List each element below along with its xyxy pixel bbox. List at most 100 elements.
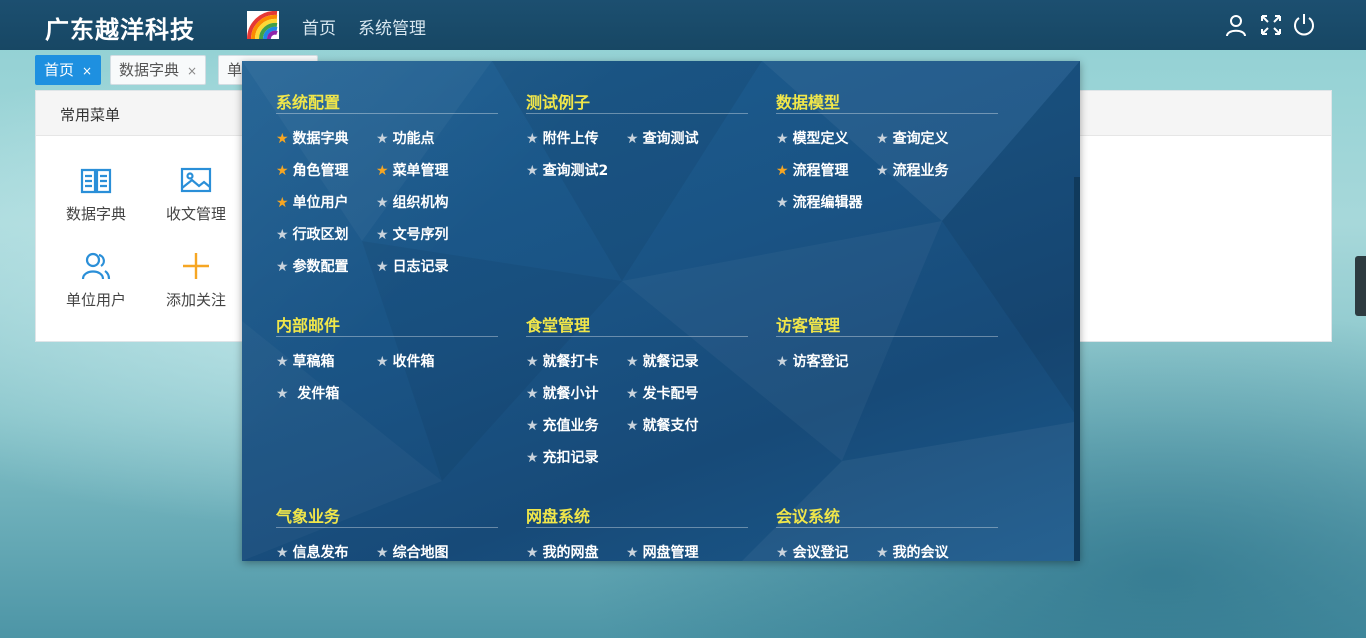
menu-item[interactable]: ★ 就餐小计	[526, 383, 626, 403]
menu-item[interactable]: ★ 充扣记录	[526, 447, 626, 467]
star-icon[interactable]: ★	[276, 163, 289, 179]
menu-item[interactable]: ★ 网盘管理	[626, 542, 726, 561]
fullscreen-icon[interactable]	[1259, 13, 1283, 37]
close-icon[interactable]: ×	[82, 64, 92, 78]
menu-item-label: 查询测试	[642, 131, 699, 147]
rainbow-logo-icon[interactable]	[247, 11, 279, 39]
star-icon[interactable]: ★	[776, 131, 789, 147]
menu-item[interactable]: ★ 查询测试2	[526, 160, 626, 180]
menu-item-label: 就餐记录	[642, 354, 699, 370]
star-icon[interactable]: ★	[526, 163, 539, 179]
star-icon[interactable]: ★	[276, 195, 289, 211]
star-icon[interactable]: ★	[276, 386, 289, 402]
star-icon[interactable]: ★	[526, 450, 539, 466]
menu-item[interactable]: ★ 菜单管理	[376, 160, 476, 180]
star-icon[interactable]: ★	[526, 386, 539, 402]
user-icon[interactable]	[1224, 13, 1248, 37]
star-icon[interactable]: ★	[626, 545, 639, 561]
menu-section-title: 网盘系统	[526, 503, 748, 528]
menu-item[interactable]: ★ 收件箱	[376, 351, 476, 371]
star-icon[interactable]: ★	[526, 418, 539, 434]
star-icon[interactable]: ★	[376, 131, 389, 147]
menu-item-label: 菜单管理	[392, 163, 449, 179]
menu-item[interactable]: ★ 附件上传	[526, 128, 626, 148]
menu-item[interactable]: ★ 角色管理	[276, 160, 376, 180]
shortcut-label: 收文管理	[165, 205, 226, 223]
menu-section-title: 访客管理	[776, 312, 998, 337]
side-handle[interactable]	[1355, 256, 1366, 316]
menu-item-label: 收件箱	[392, 354, 435, 370]
star-icon[interactable]: ★	[626, 131, 639, 147]
star-icon[interactable]: ★	[776, 163, 789, 179]
menu-item[interactable]: ★ 发卡配号	[626, 383, 726, 403]
close-icon[interactable]: ×	[187, 64, 197, 78]
star-icon[interactable]: ★	[876, 131, 889, 147]
star-icon[interactable]: ★	[876, 163, 889, 179]
menu-item[interactable]: ★ 模型定义	[776, 128, 876, 148]
nav-system-management[interactable]: 系统管理	[358, 14, 426, 39]
tab-home[interactable]: 首页 ×	[35, 55, 102, 85]
menu-item[interactable]: ★ 行政区划	[276, 224, 376, 244]
book-icon	[80, 168, 112, 194]
menu-item[interactable]: ★ 充值业务	[526, 415, 626, 435]
star-icon[interactable]: ★	[276, 545, 289, 561]
menu-item[interactable]: ★ 流程业务	[876, 160, 976, 180]
menu-item[interactable]: ★ 流程编辑器	[776, 192, 876, 212]
star-icon[interactable]: ★	[276, 131, 289, 147]
menu-item-label: 查询定义	[892, 131, 949, 147]
star-icon[interactable]: ★	[776, 195, 789, 211]
menu-item[interactable]: ★ 我的网盘	[526, 542, 626, 561]
menu-item-label: 发卡配号	[642, 386, 699, 402]
star-icon[interactable]: ★	[376, 227, 389, 243]
star-icon[interactable]: ★	[376, 545, 389, 561]
menu-item[interactable]: ★ 查询定义	[876, 128, 976, 148]
menu-item[interactable]: ★ 发件箱	[276, 383, 376, 403]
star-icon[interactable]: ★	[376, 195, 389, 211]
star-icon[interactable]: ★	[526, 545, 539, 561]
power-icon[interactable]	[1292, 13, 1316, 37]
shortcut-data-dictionary[interactable]: 数据字典	[46, 163, 146, 224]
star-icon[interactable]: ★	[376, 259, 389, 275]
shortcut-unit-users[interactable]: 单位用户	[46, 249, 146, 310]
menu-section-title: 测试例子	[526, 89, 748, 114]
menu-section: 食堂管理 ★ 就餐打卡 ★ 就餐记录 ★ 就餐小计 ★ 发卡配号 ★ 充值业务 ★ 就餐支付 ★ 充扣记录	[526, 312, 748, 466]
menu-item[interactable]: ★ 综合地图	[376, 542, 476, 561]
star-icon[interactable]: ★	[376, 354, 389, 370]
star-icon[interactable]: ★	[376, 163, 389, 179]
menu-item[interactable]: ★ 信息发布	[276, 542, 376, 561]
star-icon[interactable]: ★	[626, 418, 639, 434]
menu-section-title: 食堂管理	[526, 312, 748, 337]
menu-item[interactable]: ★ 就餐支付	[626, 415, 726, 435]
star-icon[interactable]: ★	[626, 354, 639, 370]
menu-item[interactable]: ★ 文号序列	[376, 224, 476, 244]
menu-item[interactable]: ★ 会议登记	[776, 542, 876, 561]
star-icon[interactable]: ★	[626, 386, 639, 402]
menu-item[interactable]: ★ 功能点	[376, 128, 476, 148]
menu-item[interactable]: ★ 就餐记录	[626, 351, 726, 371]
menu-item[interactable]: ★ 流程管理	[776, 160, 876, 180]
menu-item[interactable]: ★ 我的会议	[876, 542, 976, 561]
menu-item[interactable]: ★ 日志记录	[376, 256, 476, 276]
shortcut-add-follow[interactable]: 添加关注	[146, 249, 246, 310]
star-icon[interactable]: ★	[776, 354, 789, 370]
menu-section: 访客管理 ★ 访客登记	[776, 312, 998, 370]
mega-menu-scrollbar[interactable]	[1074, 177, 1080, 561]
menu-item[interactable]: ★ 数据字典	[276, 128, 376, 148]
menu-item[interactable]: ★ 组织机构	[376, 192, 476, 212]
menu-item[interactable]: ★ 查询测试	[626, 128, 726, 148]
menu-item[interactable]: ★ 草稿箱	[276, 351, 376, 371]
tab-data-dictionary[interactable]: 数据字典 ×	[110, 55, 207, 85]
menu-item[interactable]: ★ 单位用户	[276, 192, 376, 212]
shortcut-incoming-docs[interactable]: 收文管理	[146, 163, 246, 224]
star-icon[interactable]: ★	[276, 354, 289, 370]
star-icon[interactable]: ★	[276, 227, 289, 243]
star-icon[interactable]: ★	[526, 354, 539, 370]
nav-home[interactable]: 首页	[302, 14, 336, 39]
menu-item[interactable]: ★ 访客登记	[776, 351, 876, 371]
star-icon[interactable]: ★	[776, 545, 789, 561]
menu-item[interactable]: ★ 参数配置	[276, 256, 376, 276]
star-icon[interactable]: ★	[526, 131, 539, 147]
star-icon[interactable]: ★	[276, 259, 289, 275]
menu-item[interactable]: ★ 就餐打卡	[526, 351, 626, 371]
star-icon[interactable]: ★	[876, 545, 889, 561]
